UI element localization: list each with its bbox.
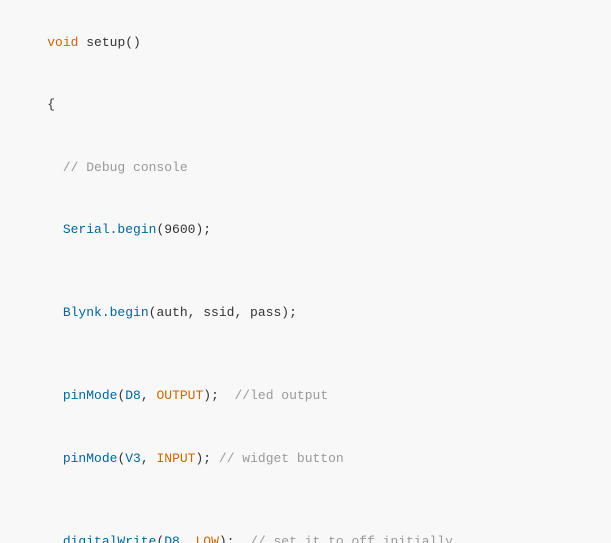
blynk-begin-args: (auth, ssid, pass); bbox=[149, 305, 297, 320]
code-line-1: void setup() bbox=[16, 12, 595, 74]
dw-pin-d8: D8 bbox=[164, 534, 180, 543]
code-line-3: // Debug console bbox=[16, 137, 595, 199]
blynk-begin: Blynk.begin bbox=[47, 305, 148, 320]
comment-widget: // widget button bbox=[219, 451, 344, 466]
code-line-9: pinMode(V3, INPUT); // widget button bbox=[16, 428, 595, 490]
serial-begin-args: (9600); bbox=[156, 222, 211, 237]
keyword-void: void bbox=[47, 35, 86, 50]
code-line-6: Blynk.begin(auth, ssid, pass); bbox=[16, 282, 595, 344]
digitalwrite-close: ); bbox=[219, 534, 250, 543]
pinmode-d8: pinMode bbox=[47, 388, 117, 403]
digitalwrite-d8: digitalWrite bbox=[47, 534, 156, 543]
brace-open-1: { bbox=[47, 97, 55, 112]
code-line-11: digitalWrite(D8, LOW); // set it to off … bbox=[16, 511, 595, 543]
serial-begin: Serial.begin bbox=[47, 222, 156, 237]
code-line-7 bbox=[16, 345, 595, 366]
output-const: OUTPUT bbox=[156, 388, 203, 403]
pin-d8: D8 bbox=[125, 388, 141, 403]
code-line-8: pinMode(D8, OUTPUT); //led output bbox=[16, 366, 595, 428]
comma1: , bbox=[141, 388, 157, 403]
low-const: LOW bbox=[195, 534, 218, 543]
input-const: INPUT bbox=[156, 451, 195, 466]
comment-led: //led output bbox=[235, 388, 329, 403]
pinmode-v3-close: ); bbox=[195, 451, 218, 466]
code-line-10 bbox=[16, 490, 595, 511]
comment-debug: // Debug console bbox=[47, 160, 187, 175]
func-setup: setup() bbox=[86, 35, 141, 50]
comment-off: // set it to off initially bbox=[250, 534, 453, 543]
code-line-4: Serial.begin(9600); bbox=[16, 199, 595, 261]
pinmode-v3: pinMode bbox=[47, 451, 117, 466]
pin-v3: V3 bbox=[125, 451, 141, 466]
code-line-5 bbox=[16, 262, 595, 283]
code-editor: void setup() { // Debug console Serial.b… bbox=[0, 0, 611, 543]
comma3: , bbox=[180, 534, 196, 543]
code-line-2: { bbox=[16, 74, 595, 136]
pinmode-d8-close: ); bbox=[203, 388, 234, 403]
comma2: , bbox=[141, 451, 157, 466]
